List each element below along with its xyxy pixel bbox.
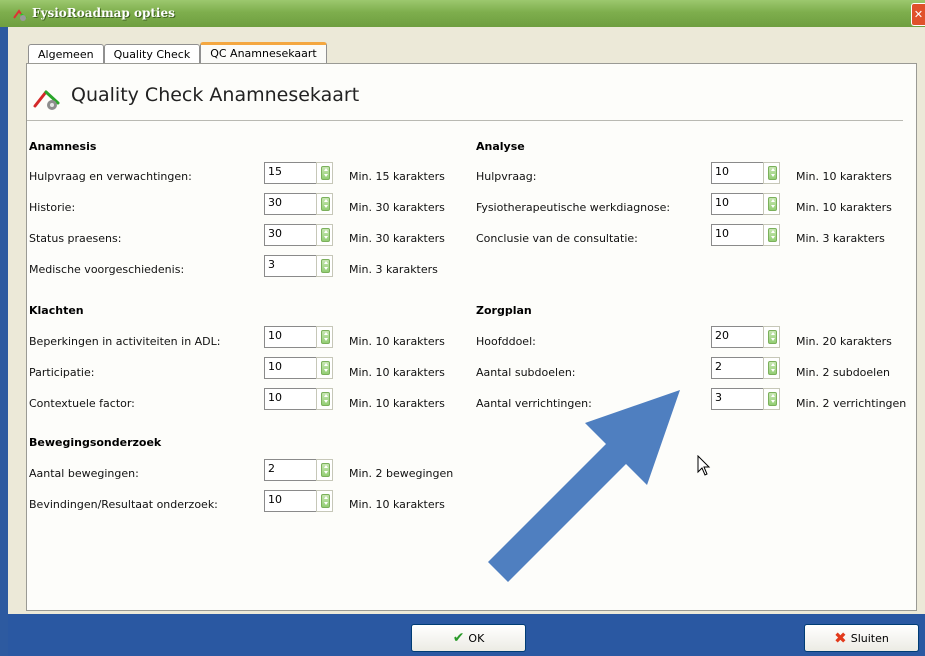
hint-hoofddoel: Min. 20 karakters [796,335,892,348]
hint-historie: Min. 30 karakters [349,201,445,214]
label-status-praesens: Status praesens: [29,232,122,245]
spinner-arrows-icon[interactable] [763,193,780,215]
close-window-button[interactable]: ✕ [911,3,925,26]
spinner-value[interactable]: 30 [264,193,316,215]
hint-hulpvraag-verwachtingen: Min. 15 karakters [349,170,445,183]
spinner-hoofddoel[interactable]: 20 [711,326,780,348]
spinner-value[interactable]: 2 [264,459,316,481]
label-beperkingen-adl: Beperkingen in activiteiten in ADL: [29,335,221,348]
spinner-value[interactable]: 30 [264,224,316,246]
hint-medische-voorgeschiedenis: Min. 3 karakters [349,263,438,276]
spinner-medische-voorgeschiedenis[interactable]: 3 [264,255,333,277]
spinner-value[interactable]: 10 [264,357,316,379]
spinner-arrows-icon[interactable] [316,459,333,481]
mouse-cursor-icon [697,455,711,476]
hint-aantal-bewegingen: Min. 2 bewegingen [349,467,454,480]
hint-participatie: Min. 10 karakters [349,366,445,379]
spinner-arrows-icon[interactable] [763,326,780,348]
close-button[interactable]: ✖ Sluiten [804,624,919,652]
spinner-arrows-icon[interactable] [316,224,333,246]
divider [27,120,903,121]
spinner-status-praesens[interactable]: 30 [264,224,333,246]
hint-aantal-verrichtingen: Min. 2 verrichtingen [796,397,907,410]
spinner-aantal-verrichtingen[interactable]: 3 [711,388,780,410]
label-historie: Historie: [29,201,76,214]
label-bevindingen-resultaat: Bevindingen/Resultaat onderzoek: [29,498,218,511]
spinner-arrows-icon[interactable] [763,388,780,410]
section-analyse-title: Analyse [476,140,525,153]
ok-button-label: OK [468,631,485,645]
close-button-label: Sluiten [850,631,889,645]
spinner-arrows-icon[interactable] [763,162,780,184]
label-aantal-bewegingen: Aantal bewegingen: [29,467,139,480]
hint-werkdiagnose: Min. 10 karakters [796,201,892,214]
hint-bevindingen-resultaat: Min. 10 karakters [349,498,445,511]
section-anamnesis-title: Anamnesis [29,140,97,153]
close-x-icon: ✖ [834,629,847,647]
spinner-value[interactable]: 10 [264,326,316,348]
hint-status-praesens: Min. 30 karakters [349,232,445,245]
spinner-value[interactable]: 20 [711,326,763,348]
spinner-aantal-subdoelen[interactable]: 2 [711,357,780,379]
spinner-historie[interactable]: 30 [264,193,333,215]
spinner-arrows-icon[interactable] [316,326,333,348]
spinner-value[interactable]: 3 [711,388,763,410]
checkmark-icon: ✔ [452,630,465,646]
annotation-arrow-icon [488,390,680,582]
hint-beperkingen-adl: Min. 10 karakters [349,335,445,348]
spinner-value[interactable]: 3 [264,255,316,277]
spinner-value[interactable]: 10 [711,162,763,184]
page-title: Quality Check Anamnesekaart [71,84,360,106]
section-klachten-title: Klachten [29,304,84,317]
spinner-value[interactable]: 10 [711,224,763,246]
title-bar: FysioRoadmap opties ✕ [0,0,925,27]
spinner-value[interactable]: 10 [264,388,316,410]
spinner-beperkingen-adl[interactable]: 10 [264,326,333,348]
tab-qc-anamnesekaart[interactable]: QC Anamnesekaart [200,42,327,64]
spinner-arrows-icon[interactable] [316,255,333,277]
spinner-participatie[interactable]: 10 [264,357,333,379]
label-werkdiagnose: Fysiotherapeutische werkdiagnose: [476,201,671,214]
spinner-contextuele-factor[interactable]: 10 [264,388,333,410]
ok-button[interactable]: ✔ OK [411,624,526,652]
label-conclusie-consultatie: Conclusie van de consultatie: [476,232,638,245]
spinner-bevindingen-resultaat[interactable]: 10 [264,490,333,512]
tab-strip: Algemeen Quality Check QC Anamnesekaart [28,42,327,64]
quality-check-icon [33,90,60,110]
label-aantal-subdoelen: Aantal subdoelen: [476,366,576,379]
spinner-value[interactable]: 2 [711,357,763,379]
label-hoofddoel: Hoofddoel: [476,335,536,348]
spinner-arrows-icon[interactable] [316,357,333,379]
spinner-arrows-icon[interactable] [316,193,333,215]
label-hulpvraag-verwachtingen: Hulpvraag en verwachtingen: [29,170,192,183]
label-contextuele-factor: Contextuele factor: [29,397,135,410]
label-participatie: Participatie: [29,366,95,379]
spinner-arrows-icon[interactable] [316,490,333,512]
spinner-aantal-bewegingen[interactable]: 2 [264,459,333,481]
hint-aantal-subdoelen: Min. 2 subdoelen [796,366,890,379]
hint-conclusie-consultatie: Min. 3 karakters [796,232,885,245]
spinner-hulpvraag-verwachtingen[interactable]: 15 [264,162,333,184]
section-zorgplan-title: Zorgplan [476,304,532,317]
spinner-arrows-icon[interactable] [316,162,333,184]
app-icon [13,9,27,21]
window-title: FysioRoadmap opties [32,6,175,20]
label-medische-voorgeschiedenis: Medische voorgeschiedenis: [29,263,185,276]
hint-hulpvraag: Min. 10 karakters [796,170,892,183]
label-hulpvraag: Hulpvraag: [476,170,537,183]
tab-quality-check[interactable]: Quality Check [103,44,201,64]
section-bewegingsonderzoek-title: Bewegingsonderzoek [29,436,162,449]
spinner-value[interactable]: 10 [711,193,763,215]
tab-algemeen[interactable]: Algemeen [28,44,104,64]
spinner-arrows-icon[interactable] [763,357,780,379]
spinner-hulpvraag[interactable]: 10 [711,162,780,184]
spinner-conclusie-consultatie[interactable]: 10 [711,224,780,246]
spinner-arrows-icon[interactable] [316,388,333,410]
hint-contextuele-factor: Min. 10 karakters [349,397,445,410]
spinner-value[interactable]: 15 [264,162,316,184]
spinner-arrows-icon[interactable] [763,224,780,246]
client-area: Algemeen Quality Check QC Anamnesekaart [8,27,925,614]
spinner-value[interactable]: 10 [264,490,316,512]
spinner-werkdiagnose[interactable]: 10 [711,193,780,215]
